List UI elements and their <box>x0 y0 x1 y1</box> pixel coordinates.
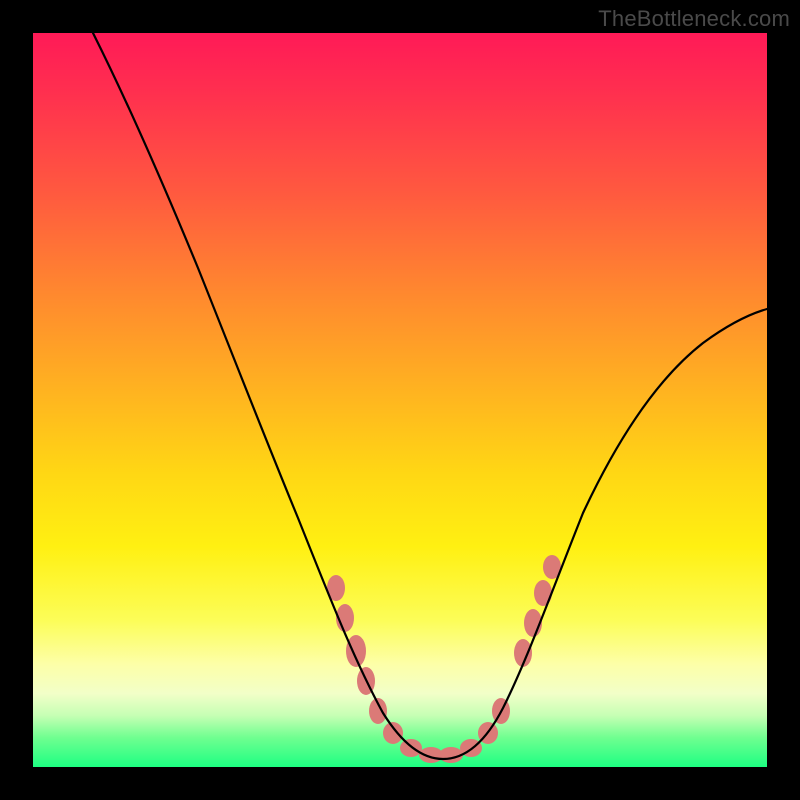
chart-frame: TheBottleneck.com <box>0 0 800 800</box>
plot-area <box>33 33 767 767</box>
curve-path <box>93 33 767 759</box>
bottleneck-curve <box>33 33 767 767</box>
watermark-text: TheBottleneck.com <box>598 6 790 32</box>
